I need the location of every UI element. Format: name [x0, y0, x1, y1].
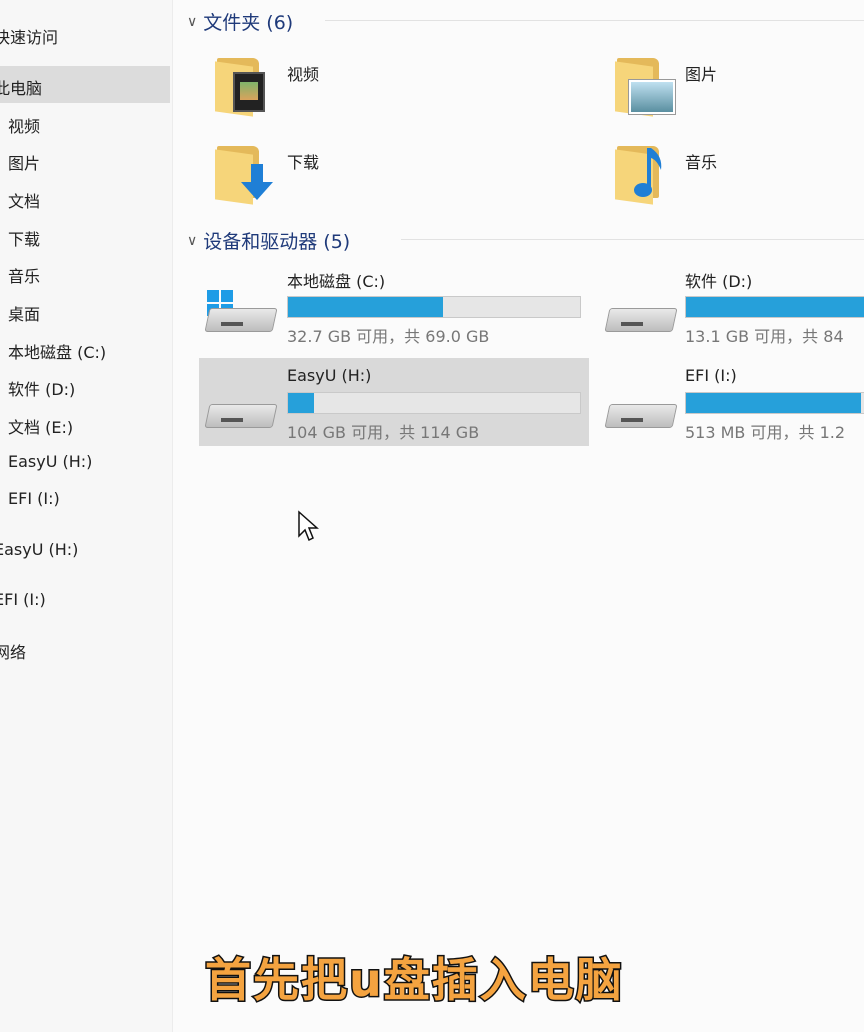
drive-name: EasyU (H:) — [287, 366, 372, 385]
drive-space-info: 13.1 GB 可用，共 84 — [685, 327, 844, 346]
drive-name: EFI (I:) — [685, 366, 737, 385]
drive-space-info: 104 GB 可用，共 114 GB — [287, 423, 480, 442]
drive-name: 本地磁盘 (C:) — [287, 272, 386, 291]
hard-drive-icon — [604, 396, 678, 428]
nav-downloads[interactable]: 下载 — [8, 226, 40, 250]
content-pane: ∨ 文件夹 (6) 视频 图片 下载 音乐 ∨ 设备和驱动器 (5) 本地磁盘 … — [173, 0, 864, 1032]
folder-label-downloads: 下载 — [287, 153, 320, 172]
drives-group-title: 设备和驱动器 (5) — [203, 231, 351, 253]
hard-drive-icon — [204, 396, 278, 428]
nav-videos[interactable]: 视频 — [8, 113, 40, 137]
folder-label-videos: 视频 — [287, 65, 320, 84]
folder-label-pictures: 图片 — [685, 65, 718, 84]
nav-quick-access[interactable]: 快速访问 — [0, 24, 58, 48]
drive-c-tile[interactable]: 本地磁盘 (C:) 32.7 GB 可用，共 69.0 GB — [199, 262, 589, 350]
video-folder-icon[interactable] — [215, 54, 275, 117]
chevron-down-icon: ∨ — [187, 232, 198, 249]
drive-space-info: 513 MB 可用，共 1.2 — [685, 423, 846, 442]
drive-space-info: 32.7 GB 可用，共 69.0 GB — [287, 327, 490, 346]
nav-documents[interactable]: 文档 — [8, 188, 40, 212]
drive-h-tile[interactable]: EasyU (H:) 104 GB 可用，共 114 GB — [199, 358, 589, 446]
nav-drive-c[interactable]: 本地磁盘 (C:) — [8, 339, 106, 363]
nav-music[interactable]: 音乐 — [8, 263, 40, 287]
hard-drive-icon — [604, 300, 678, 332]
landscape-photo-icon — [629, 80, 675, 114]
nav-drive-e[interactable]: 文档 (E:) — [8, 414, 73, 438]
nav-network[interactable]: 网络 — [0, 639, 26, 663]
drive-name: 软件 (D:) — [685, 272, 753, 291]
nav-this-pc[interactable]: 此电脑 — [0, 75, 42, 99]
film-strip-icon — [233, 72, 265, 112]
chevron-down-icon: ∨ — [187, 13, 198, 30]
folders-group-header[interactable]: ∨ 文件夹 (6) — [187, 8, 293, 35]
drive-usage-bar — [287, 392, 581, 414]
mouse-pointer-icon — [298, 510, 319, 542]
drive-usage-bar — [685, 296, 864, 318]
nav-drive-i[interactable]: EFI (I:) — [8, 489, 60, 508]
hard-drive-icon — [204, 300, 278, 332]
video-caption: 首先把u盘插入电脑 — [204, 952, 624, 1009]
music-folder-icon[interactable] — [615, 142, 675, 205]
nav-desktop[interactable]: 桌面 — [8, 301, 40, 325]
music-note-icon — [634, 148, 662, 197]
drives-group-header[interactable]: ∨ 设备和驱动器 (5) — [187, 227, 350, 254]
group-divider — [401, 239, 864, 240]
drive-usage-bar — [287, 296, 581, 318]
nav-drive-h[interactable]: EasyU (H:) — [8, 452, 92, 471]
folder-label-music: 音乐 — [685, 153, 718, 172]
drive-i-tile[interactable]: EFI (I:) 513 MB 可用，共 1.2 — [599, 358, 864, 446]
drive-d-tile[interactable]: 软件 (D:) 13.1 GB 可用，共 84 — [599, 262, 864, 350]
navigation-pane: 快速访问 此电脑 视频 图片 文档 下载 音乐 桌面 本地磁盘 (C:) 软件 … — [0, 0, 173, 1032]
download-arrow-icon — [241, 164, 273, 200]
pictures-folder-icon[interactable] — [615, 54, 675, 117]
nav-efi-root[interactable]: EFI (I:) — [0, 590, 46, 609]
drive-usage-bar — [685, 392, 864, 414]
group-divider — [325, 20, 864, 21]
nav-easyu-root[interactable]: EasyU (H:) — [0, 540, 78, 559]
nav-drive-d[interactable]: 软件 (D:) — [8, 376, 75, 400]
nav-pictures[interactable]: 图片 — [8, 150, 40, 174]
folders-group-title: 文件夹 (6) — [203, 12, 294, 34]
downloads-folder-icon[interactable] — [215, 142, 275, 205]
